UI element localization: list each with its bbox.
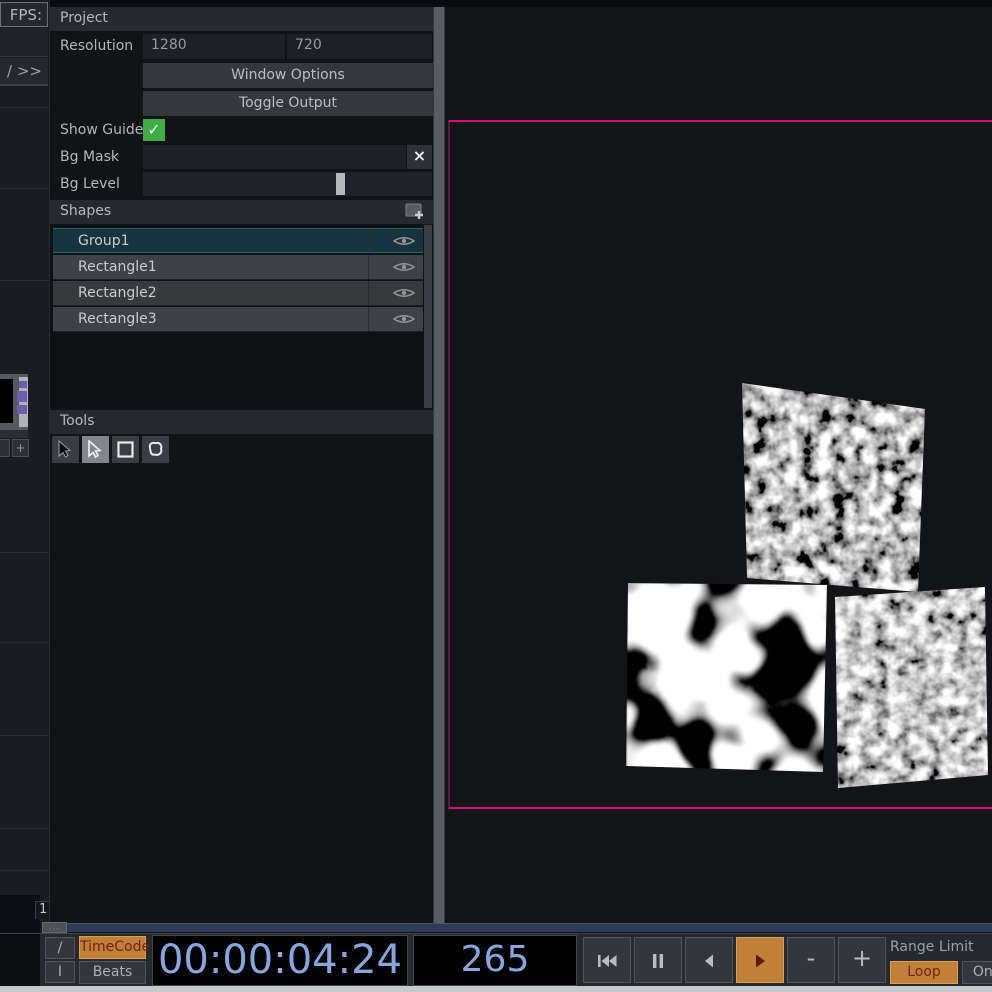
timeline-track-number: 1 <box>35 901 49 919</box>
skip-to-start-button[interactable] <box>583 937 631 983</box>
i-mode-button[interactable]: I <box>45 961 75 983</box>
resolution-height-field[interactable]: 720 <box>287 34 432 59</box>
visibility-eye-icon[interactable] <box>393 287 415 299</box>
slash-mode-button[interactable]: / <box>45 937 75 959</box>
divider <box>0 107 49 108</box>
visibility-eye-icon[interactable] <box>393 313 415 325</box>
project-header: Project <box>50 7 433 31</box>
loop-button[interactable]: Loop <box>890 961 958 984</box>
bg-mask-field[interactable] <box>143 145 406 169</box>
add-shape-icon[interactable] <box>405 202 425 221</box>
shape-row-rectangle1[interactable]: Rectangle1 <box>53 255 423 280</box>
transport-left-spacer <box>0 934 40 987</box>
shape-row-group1[interactable]: Group1 <box>53 228 423 253</box>
show-guide-checkbox[interactable]: ✓ <box>143 119 165 141</box>
panel-splitter[interactable] <box>433 7 445 924</box>
range-limit-label: Range Limit <box>890 939 974 955</box>
resolution-label: Resolution <box>60 38 133 54</box>
cursor-outline-icon <box>86 440 105 459</box>
skip-start-icon <box>596 953 618 969</box>
noise-quad-top[interactable] <box>739 381 927 595</box>
sidebar-row <box>0 28 48 57</box>
top-strip <box>50 0 992 7</box>
tool-freeform-button[interactable] <box>142 436 169 463</box>
timeline-handle[interactable]: ... <box>42 922 67 933</box>
blob-quad-left[interactable] <box>626 582 828 775</box>
noise-quad-right[interactable] <box>835 586 989 790</box>
step-back-icon <box>702 953 716 969</box>
node-footer <box>0 430 28 438</box>
timeline-scrollbar[interactable] <box>67 923 992 932</box>
shape-row-rectangle2[interactable]: Rectangle2 <box>53 281 423 306</box>
fps-label: FPS: <box>0 2 48 27</box>
node-port-icon[interactable] <box>17 405 27 414</box>
speed-minus-button[interactable]: - <box>787 937 835 983</box>
step-back-button[interactable] <box>685 937 733 983</box>
project-panel: Project Resolution 1280 720 Window Optio… <box>50 7 433 924</box>
window-bottom-edge <box>0 986 992 992</box>
pause-button[interactable] <box>634 937 682 983</box>
shapes-header: Shapes <box>50 200 433 224</box>
divider <box>0 735 49 736</box>
cursor-filled-icon <box>56 440 75 459</box>
transport-bar: / I TimeCode Beats 00:00:04:24 265 <box>0 933 992 986</box>
node-add-button[interactable]: + <box>12 439 29 457</box>
node-button[interactable] <box>0 439 10 457</box>
toggle-output-button[interactable]: Toggle Output <box>143 91 433 116</box>
divider <box>0 280 49 281</box>
node-thumbnail[interactable] <box>0 374 28 432</box>
shape-row-rectangle3[interactable]: Rectangle3 <box>53 307 423 332</box>
freeform-shape-icon <box>146 440 165 459</box>
once-button[interactable]: Once <box>962 961 992 984</box>
tool-rectangle-button[interactable] <box>112 436 139 463</box>
divider <box>0 828 49 829</box>
visibility-eye-icon[interactable] <box>393 261 415 273</box>
left-sidebar: FPS: / >> + <box>0 0 50 992</box>
shape-list-scrollbar[interactable] <box>424 225 432 408</box>
guide-line-top <box>449 120 992 122</box>
play-icon <box>753 953 767 969</box>
node-thumbnail-image <box>0 379 13 423</box>
bg-level-label: Bg Level <box>60 176 120 192</box>
bg-mask-label: Bg Mask <box>60 149 119 165</box>
window-options-button[interactable]: Window Options <box>143 63 433 88</box>
sidebar-expander[interactable]: / >> <box>0 58 48 86</box>
speed-plus-button[interactable]: + <box>838 937 886 983</box>
node-port-icon[interactable] <box>17 391 27 402</box>
tools-header: Tools <box>50 410 433 434</box>
play-button[interactable] <box>736 937 784 983</box>
guide-line-left <box>448 120 450 809</box>
show-guide-label: Show Guide <box>60 122 143 138</box>
bg-level-slider-handle[interactable] <box>336 173 345 195</box>
frame-counter-display: 265 <box>413 935 577 986</box>
resolution-width-field[interactable]: 1280 <box>143 34 285 59</box>
mapping-canvas[interactable] <box>446 7 992 924</box>
divider <box>0 188 49 189</box>
guide-line-bottom <box>449 807 992 809</box>
divider <box>0 870 49 871</box>
divider <box>0 552 49 553</box>
app-window: FPS: / >> + Project Resolution 1280 720 … <box>0 0 992 992</box>
divider <box>0 642 49 643</box>
timecode-mode-button[interactable]: TimeCode <box>79 936 146 959</box>
visibility-eye-icon[interactable] <box>393 235 415 247</box>
bg-mask-clear-button[interactable]: × <box>407 145 432 169</box>
bg-level-slider[interactable] <box>143 172 432 196</box>
rectangle-icon <box>116 440 135 459</box>
timecode-display: 00:00:04:24 <box>152 935 408 986</box>
tool-select-outline-button[interactable] <box>82 436 109 463</box>
pause-icon <box>651 953 665 969</box>
tool-select-button[interactable] <box>52 436 79 463</box>
beats-mode-button[interactable]: Beats <box>79 961 146 984</box>
node-port-icon[interactable] <box>19 381 27 388</box>
